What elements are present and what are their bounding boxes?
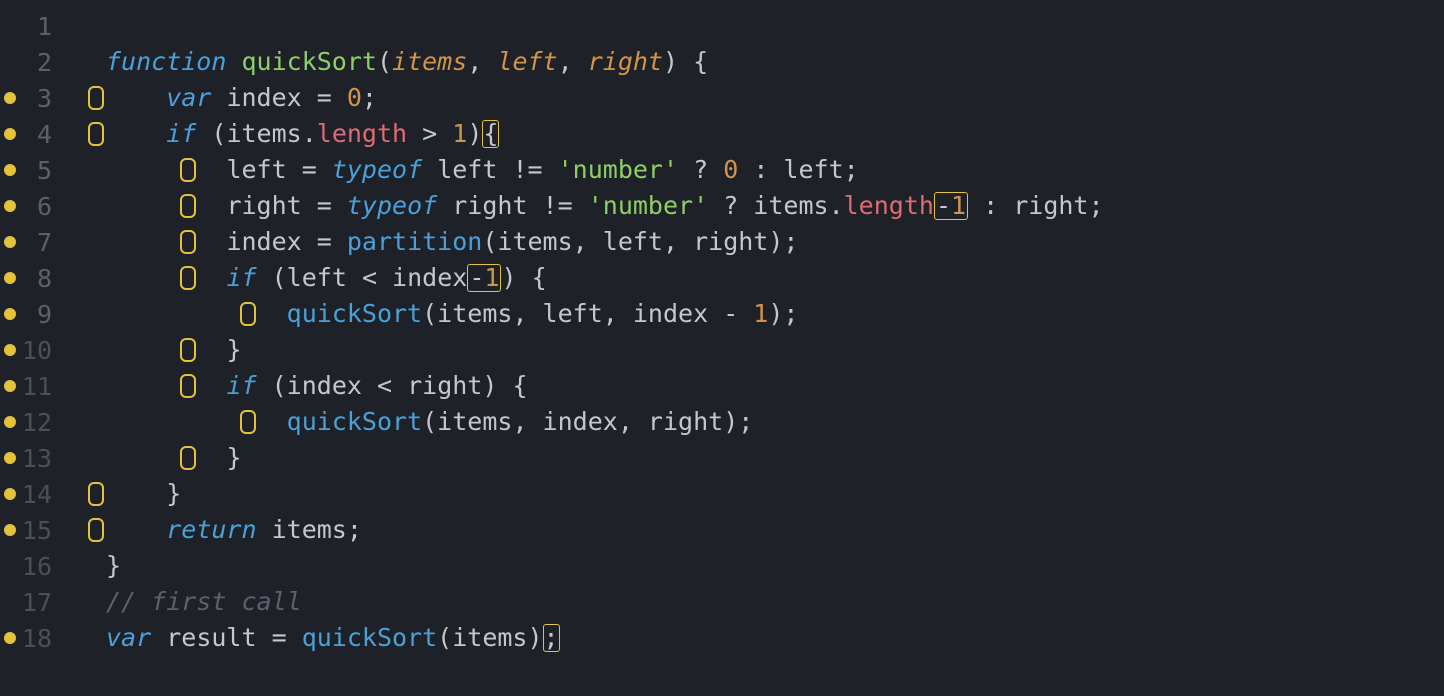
breakpoint-gutter[interactable] <box>0 164 20 176</box>
code-line[interactable]: 16 } <box>0 548 1444 584</box>
code-content[interactable]: index = partition(items, left, right); <box>106 224 798 260</box>
line-number: 18 <box>20 624 62 653</box>
breakpoint-icon[interactable] <box>4 272 16 284</box>
code-line[interactable]: 2 function quickSort(items, left, right)… <box>0 44 1444 80</box>
line-number: 7 <box>20 228 62 257</box>
code-line[interactable]: 7 index = partition(items, left, right); <box>0 224 1444 260</box>
code-content[interactable]: var result = quickSort(items); <box>106 620 560 656</box>
breakpoint-icon[interactable] <box>4 524 16 536</box>
line-number: 13 <box>20 444 62 473</box>
line-number: 10 <box>20 336 62 365</box>
line-number: 14 <box>20 480 62 509</box>
code-line[interactable]: 15 return items; <box>0 512 1444 548</box>
coverage-highlight: --11 <box>934 192 968 220</box>
breakpoint-gutter[interactable] <box>0 344 20 356</box>
code-line[interactable]: 3 var index = 0; <box>0 80 1444 116</box>
breakpoint-icon[interactable] <box>4 128 16 140</box>
line-number: 11 <box>20 372 62 401</box>
code-content[interactable]: quickSort(items, left, index - 1); <box>106 296 798 332</box>
coverage-marker <box>240 410 256 434</box>
code-line[interactable]: 6 right = typeof right != 'number' ? ite… <box>0 188 1444 224</box>
coverage-marker <box>180 338 196 362</box>
breakpoint-gutter[interactable] <box>0 308 20 320</box>
code-content[interactable]: quickSort(items, index, right); <box>106 404 753 440</box>
code-content[interactable]: } <box>106 548 121 584</box>
line-number: 9 <box>20 300 62 329</box>
breakpoint-gutter[interactable] <box>0 524 20 536</box>
breakpoint-icon[interactable] <box>4 200 16 212</box>
code-content[interactable]: } <box>106 476 181 512</box>
line-number: 6 <box>20 192 62 221</box>
line-number: 8 <box>20 264 62 293</box>
line-number: 15 <box>20 516 62 545</box>
line-number: 2 <box>20 48 62 77</box>
breakpoint-icon[interactable] <box>4 92 16 104</box>
code-line[interactable]: 13 } <box>0 440 1444 476</box>
code-content[interactable]: left = typeof left != 'number' ? 0 : lef… <box>106 152 859 188</box>
breakpoint-gutter[interactable] <box>0 92 20 104</box>
code-content[interactable]: if (items.length > 1){ <box>106 116 499 152</box>
breakpoint-gutter[interactable] <box>0 452 20 464</box>
coverage-marker <box>88 122 104 146</box>
coverage-marker <box>180 446 196 470</box>
code-line[interactable]: 9 quickSort(items, left, index - 1); <box>0 296 1444 332</box>
coverage-marker <box>88 482 104 506</box>
breakpoint-gutter[interactable] <box>0 488 20 500</box>
breakpoint-icon[interactable] <box>4 380 16 392</box>
coverage-marker <box>240 302 256 326</box>
breakpoint-gutter[interactable] <box>0 416 20 428</box>
breakpoint-gutter[interactable] <box>0 128 20 140</box>
code-content[interactable]: function quickSort(items, left, right) { <box>106 44 708 80</box>
breakpoint-icon[interactable] <box>4 344 16 356</box>
code-line[interactable]: 1 <box>0 8 1444 44</box>
code-editor[interactable]: 1 2 function quickSort(items, left, righ… <box>0 0 1444 696</box>
code-line[interactable]: 18 var result = quickSort(items); <box>0 620 1444 656</box>
breakpoint-icon[interactable] <box>4 452 16 464</box>
code-content[interactable]: } <box>106 440 242 476</box>
line-number: 16 <box>20 552 62 581</box>
breakpoint-icon[interactable] <box>4 308 16 320</box>
coverage-highlight: { <box>482 120 499 148</box>
code-line[interactable]: 5 left = typeof left != 'number' ? 0 : l… <box>0 152 1444 188</box>
code-line[interactable]: 17 // first call <box>0 584 1444 620</box>
code-content[interactable]: return items; <box>106 512 362 548</box>
breakpoint-icon[interactable] <box>4 416 16 428</box>
line-number: 5 <box>20 156 62 185</box>
code-line[interactable]: 14 } <box>0 476 1444 512</box>
breakpoint-icon[interactable] <box>4 632 16 644</box>
breakpoint-gutter[interactable] <box>0 380 20 392</box>
breakpoint-gutter[interactable] <box>0 200 20 212</box>
code-line[interactable]: 11 if (index < right) { <box>0 368 1444 404</box>
coverage-marker <box>180 230 196 254</box>
breakpoint-icon[interactable] <box>4 164 16 176</box>
code-content[interactable]: var index = 0; <box>106 80 377 116</box>
line-number: 1 <box>20 12 62 41</box>
coverage-highlight: ; <box>543 624 560 652</box>
coverage-highlight: -1 <box>467 264 501 292</box>
code-line[interactable]: 4 if (items.length > 1){ <box>0 116 1444 152</box>
breakpoint-gutter[interactable] <box>0 272 20 284</box>
code-content[interactable]: // first call <box>106 584 302 620</box>
breakpoint-icon[interactable] <box>4 236 16 248</box>
coverage-marker <box>180 266 196 290</box>
coverage-marker <box>180 158 196 182</box>
line-number: 3 <box>20 84 62 113</box>
code-content[interactable]: if (left < index-1) { <box>106 260 547 296</box>
line-number: 17 <box>20 588 62 617</box>
code-content[interactable]: } <box>106 332 242 368</box>
code-content[interactable]: if (index < right) { <box>106 368 528 404</box>
coverage-marker <box>180 194 196 218</box>
line-number: 12 <box>20 408 62 437</box>
line-number: 4 <box>20 120 62 149</box>
code-content[interactable]: right = typeof right != 'number' ? items… <box>106 188 1104 224</box>
code-line[interactable]: 10 } <box>0 332 1444 368</box>
coverage-marker <box>88 86 104 110</box>
breakpoint-gutter[interactable] <box>0 632 20 644</box>
code-line[interactable]: 8 if (left < index-1) { <box>0 260 1444 296</box>
breakpoint-gutter[interactable] <box>0 236 20 248</box>
breakpoint-icon[interactable] <box>4 488 16 500</box>
coverage-marker <box>180 374 196 398</box>
coverage-marker <box>88 518 104 542</box>
code-line[interactable]: 12 quickSort(items, index, right); <box>0 404 1444 440</box>
